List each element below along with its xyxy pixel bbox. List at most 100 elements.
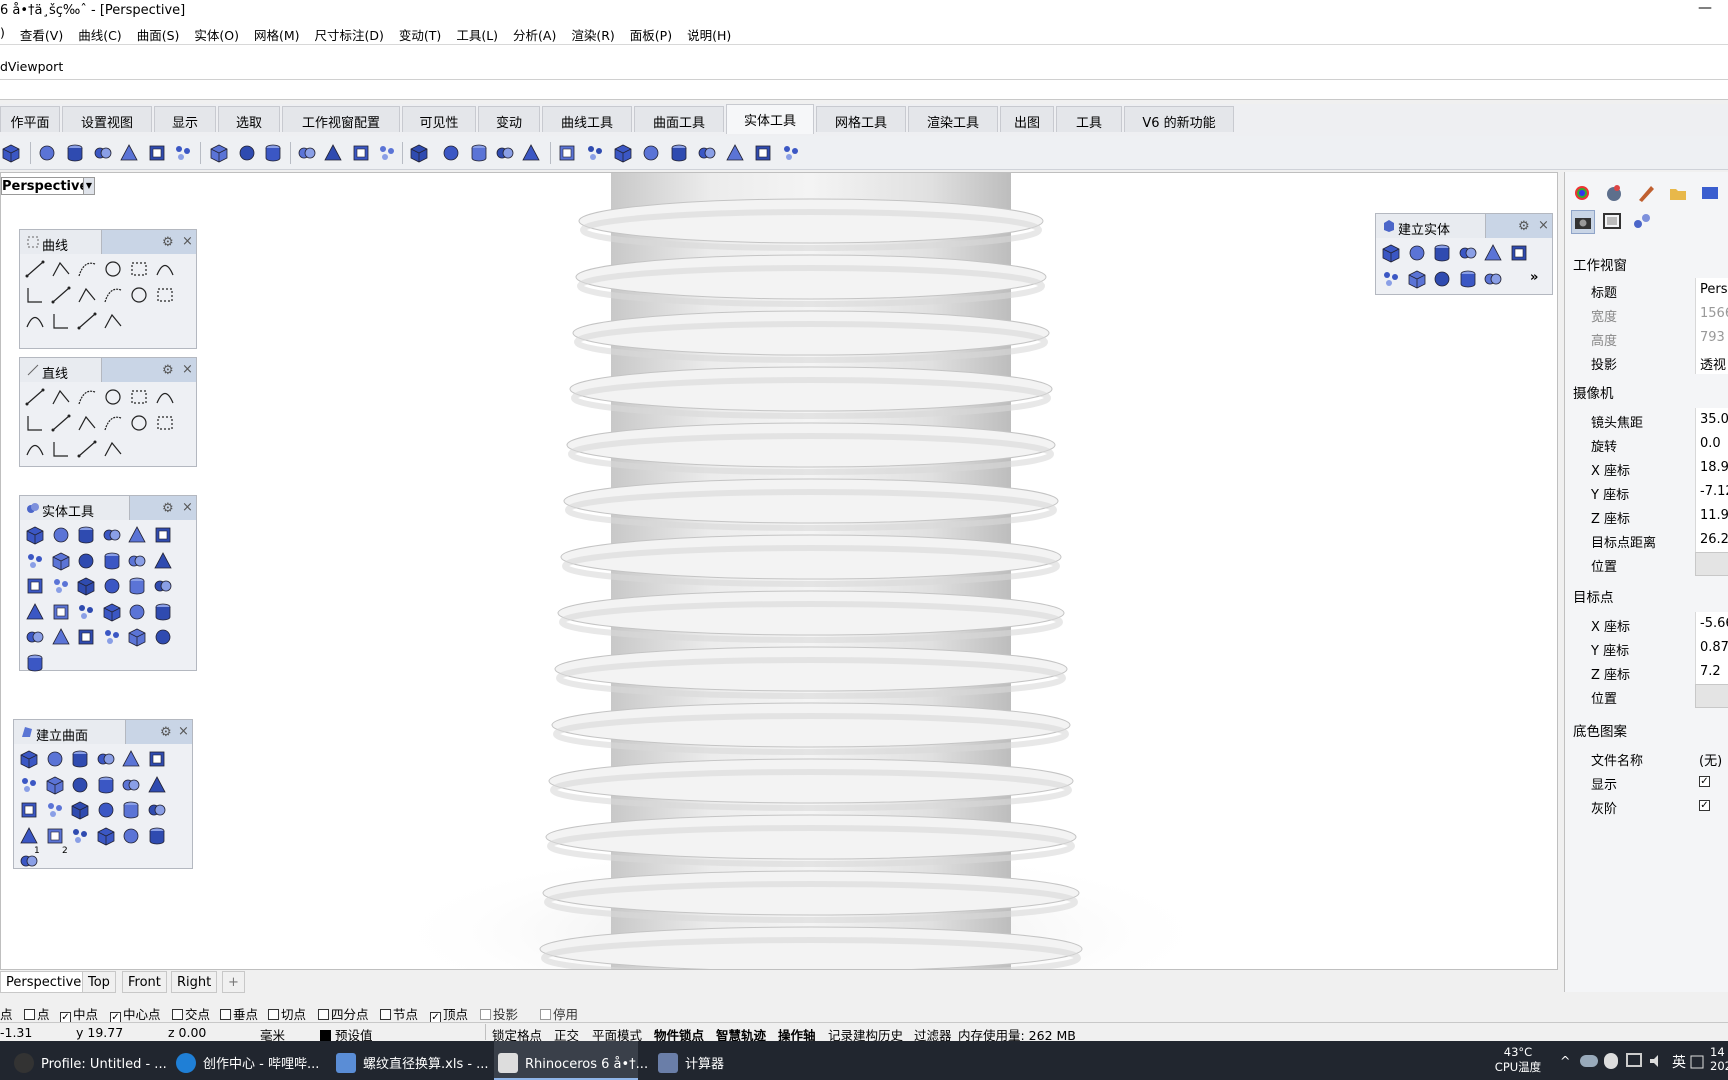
task-calculator[interactable]: 计算器 (658, 1041, 758, 1080)
surface-tool-icon[interactable] (44, 748, 68, 772)
gear-icon[interactable]: ⚙ (162, 501, 174, 516)
surface-tool-icon[interactable] (44, 825, 68, 849)
surface-tool-icon[interactable] (69, 825, 93, 849)
solid-tool-icon[interactable] (75, 524, 99, 548)
solid-tool-icon[interactable] (24, 575, 48, 599)
surface-tool-icon[interactable] (18, 748, 42, 772)
toolbar-tool-icon[interactable] (556, 142, 578, 164)
solid-tool-icon[interactable] (24, 601, 48, 625)
tab-surface-tools[interactable]: 曲面工具 (634, 106, 724, 132)
task-excel[interactable]: 螺纹直径换算.xls - ... (336, 1041, 492, 1080)
close-icon[interactable]: × (182, 362, 193, 377)
surface-tool-icon[interactable] (69, 748, 93, 772)
curve-tool-icon[interactable] (128, 258, 152, 282)
toolbar-tool-icon[interactable] (584, 142, 606, 164)
curve-tool-icon[interactable] (24, 258, 48, 282)
line-tool-icon[interactable] (102, 386, 126, 410)
add-viewport-tab-button[interactable]: + (222, 971, 245, 993)
tab-set-view[interactable]: 设置视图 (62, 106, 152, 132)
solid-tool-icon[interactable] (152, 550, 176, 574)
checkbox[interactable] (318, 1009, 329, 1020)
solid-tool-icon[interactable] (101, 626, 125, 650)
close-icon[interactable]: × (1538, 218, 1549, 233)
solid-tool-icon[interactable] (101, 550, 125, 574)
color-wheel-icon[interactable] (1571, 182, 1595, 206)
surface-tool-icon[interactable] (120, 774, 144, 798)
viewport-title[interactable]: Perspective (1, 177, 94, 195)
solid-tool-icon[interactable] (152, 575, 176, 599)
line-tool-icon[interactable] (50, 386, 74, 410)
curve-tool-icon[interactable] (50, 310, 74, 334)
toolbar-tool-icon[interactable] (494, 142, 516, 164)
curve-tool-icon[interactable] (102, 258, 126, 282)
toolbar-tool-icon[interactable] (236, 142, 258, 164)
solid-tool-icon[interactable] (24, 626, 48, 650)
minimize-button[interactable]: — (1698, 0, 1712, 16)
tab-tools[interactable]: 工具 (1056, 106, 1122, 132)
checkbox[interactable]: ✓ (1699, 776, 1710, 787)
gear-icon[interactable]: ⚙ (1518, 219, 1530, 234)
line-tool-icon[interactable] (76, 386, 100, 410)
menu-item-surface[interactable]: 曲面(S) (130, 22, 188, 44)
menu-item-truncated[interactable]: ) (0, 22, 13, 44)
toolbar-tool-icon[interactable] (640, 142, 662, 164)
line-tool-icon[interactable] (128, 386, 152, 410)
line-tool-icon[interactable] (76, 412, 100, 436)
tab-select[interactable]: 选取 (218, 106, 280, 132)
tab-visibility[interactable]: 可见性 (402, 106, 476, 132)
folder-icon[interactable] (1667, 182, 1691, 206)
curve-tool-icon[interactable] (102, 310, 126, 334)
camera-icon[interactable] (1571, 210, 1595, 234)
surface-tool-icon[interactable] (95, 825, 119, 849)
surface-tool-icon[interactable] (18, 799, 42, 823)
surface-tool-icon[interactable] (146, 825, 170, 849)
solid-tool-icon[interactable] (101, 575, 125, 599)
checkbox[interactable] (268, 1009, 279, 1020)
place-button[interactable] (1695, 552, 1728, 576)
place-button[interactable] (1695, 684, 1728, 708)
solid-tool-icon[interactable] (1482, 268, 1506, 292)
osnap-tangent[interactable]: 切点 (268, 1004, 306, 1023)
toolbar-tool-icon[interactable] (36, 142, 58, 164)
solid-tool-icon[interactable] (24, 524, 48, 548)
osnap-vertex[interactable]: ✓ 顶点 (430, 1004, 468, 1023)
curve-tool-icon[interactable] (128, 284, 152, 308)
osnap-center[interactable]: ✓ 中心点 (110, 1004, 161, 1023)
toolbar-tool-icon[interactable] (208, 142, 230, 164)
surface-tool-icon[interactable] (120, 799, 144, 823)
line-tool-icon[interactable] (50, 438, 74, 462)
toolbar-tool-icon[interactable] (172, 142, 194, 164)
line-tool-icon[interactable] (154, 412, 178, 436)
surface-tool-icon[interactable] (146, 748, 170, 772)
curve-tool-icon[interactable] (24, 310, 48, 334)
tab-front[interactable]: Front (122, 971, 167, 993)
display-icon[interactable] (1699, 182, 1723, 206)
menu-item-help[interactable]: 说明(H) (680, 22, 739, 44)
task-rhino[interactable]: Rhinoceros 6 å•†... (494, 1041, 648, 1080)
viewport-frame-icon[interactable] (1601, 210, 1625, 234)
toolbar-tool-icon[interactable] (520, 142, 542, 164)
tab-top[interactable]: Top (82, 971, 116, 993)
menu-item-transform[interactable]: 变动(T) (392, 22, 449, 44)
solid-tool-icon[interactable] (126, 524, 150, 548)
solid-tool-icon[interactable] (126, 550, 150, 574)
toolbar-tool-icon[interactable] (408, 142, 430, 164)
tab-curve-tools[interactable]: 曲线工具 (542, 106, 632, 132)
solid-tool-icon[interactable] (152, 524, 176, 548)
toolbar-tool-icon[interactable] (322, 142, 344, 164)
surface-tool-icon[interactable] (44, 799, 68, 823)
toolbar-tool-icon[interactable] (146, 142, 168, 164)
curve-tool-icon[interactable] (76, 258, 100, 282)
solid-tool-icon[interactable] (1380, 242, 1404, 266)
solid-tool-icon[interactable] (152, 626, 176, 650)
solid-tool-icon[interactable] (50, 601, 74, 625)
tab-render-tools[interactable]: 渲染工具 (908, 106, 998, 132)
tab-drafting[interactable]: 出图 (1000, 106, 1054, 132)
curve-tool-icon[interactable] (76, 310, 100, 334)
solid-tool-icon[interactable] (75, 601, 99, 625)
checkbox[interactable] (172, 1009, 183, 1020)
solid-tool-icon[interactable] (126, 601, 150, 625)
toolbar-tool-icon[interactable] (612, 142, 634, 164)
tab-perspective[interactable]: Perspective (0, 971, 88, 993)
line-tool-icon[interactable] (128, 412, 152, 436)
